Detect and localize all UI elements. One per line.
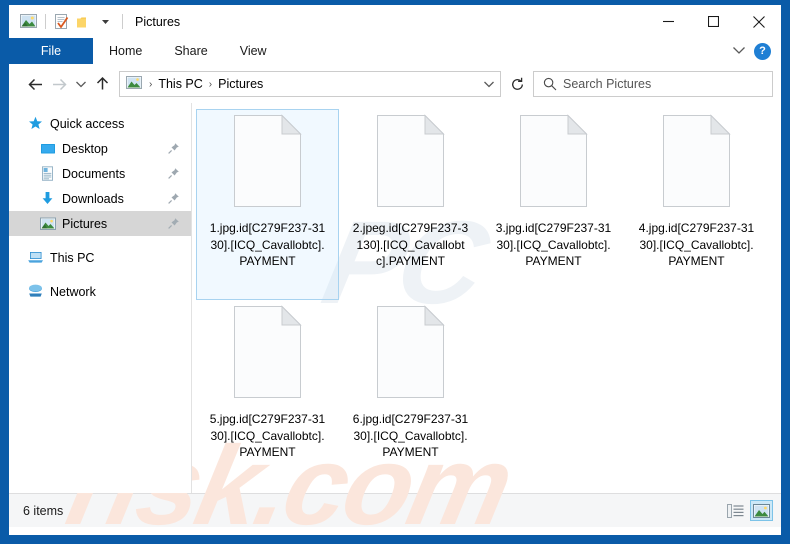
sidebar-label-quick-access: Quick access — [50, 117, 124, 131]
item-count-label: 6 items — [23, 504, 63, 518]
pictures-icon[interactable] — [18, 11, 39, 32]
explorer-window: Pictures File Home Share View — [0, 0, 790, 544]
refresh-button[interactable] — [505, 72, 529, 96]
breadcrumb-separator-1[interactable]: › — [145, 79, 156, 90]
help-icon[interactable]: ? — [754, 43, 771, 60]
sidebar-item-desktop[interactable]: Desktop — [9, 136, 191, 161]
desktop-icon — [39, 140, 56, 157]
address-dropdown-chevron-down-icon[interactable] — [478, 80, 500, 89]
pin-icon[interactable] — [167, 217, 181, 231]
status-bar: 6 items — [9, 493, 781, 527]
pictures-icon — [39, 215, 56, 232]
tab-view[interactable]: View — [224, 38, 283, 64]
toolbar-separator-2 — [122, 14, 123, 29]
address-bar-row: › This PC › Pictures Search Pictures — [9, 65, 781, 103]
window-client-area: Pictures File Home Share View — [9, 5, 781, 535]
sidebar-label-documents: Documents — [62, 167, 125, 181]
sidebar-label-this-pc: This PC — [50, 251, 94, 265]
tab-home[interactable]: Home — [93, 38, 158, 64]
file-name-label: 1.jpg.id[C279F237-3130].[ICQ_Cavallobtc]… — [209, 220, 327, 270]
close-button[interactable] — [736, 5, 781, 38]
sidebar-label-desktop: Desktop — [62, 142, 108, 156]
view-toggle-group — [724, 500, 773, 521]
file-item[interactable]: 4.jpg.id[C279F237-3130].[ICQ_Cavallobtc]… — [625, 109, 768, 300]
file-item[interactable]: 3.jpg.id[C279F237-3130].[ICQ_Cavallobtc]… — [482, 109, 625, 300]
sidebar-item-downloads[interactable]: Downloads — [9, 186, 191, 211]
tab-file[interactable]: File — [9, 38, 93, 64]
network-icon — [27, 283, 44, 300]
search-box[interactable]: Search Pictures — [533, 71, 773, 97]
documents-icon — [39, 165, 56, 182]
sidebar-item-this-pc[interactable]: This PC — [9, 245, 191, 270]
sidebar-gap-1 — [9, 236, 191, 245]
status-separator — [75, 502, 76, 519]
file-item[interactable]: 2.jpeg.id[C279F237-3130].[ICQ_Cavallobtc… — [339, 109, 482, 300]
quick-access-toolbar: Pictures — [9, 5, 180, 38]
file-name-label: 2.jpeg.id[C279F237-3130].[ICQ_Cavallobtc… — [352, 220, 470, 270]
generic-file-icon — [516, 114, 592, 210]
sidebar-item-network[interactable]: Network — [9, 279, 191, 304]
maximize-button[interactable] — [691, 5, 736, 38]
file-name-label: 5.jpg.id[C279F237-3130].[ICQ_Cavallobtc]… — [209, 411, 327, 461]
breadcrumb-pictures[interactable]: Pictures — [216, 77, 265, 91]
file-name-label: 6.jpg.id[C279F237-3130].[ICQ_Cavallobtc]… — [352, 411, 470, 461]
ribbon-right-controls: ? — [732, 38, 777, 64]
search-input[interactable]: Search Pictures — [563, 77, 651, 91]
star-icon — [27, 115, 44, 132]
breadcrumb-this-pc[interactable]: This PC — [156, 77, 204, 91]
pin-icon[interactable] — [167, 167, 181, 181]
sidebar-label-downloads: Downloads — [62, 192, 124, 206]
up-button[interactable] — [90, 72, 114, 96]
details-view-icon[interactable] — [724, 500, 747, 521]
large-icons-view-icon[interactable] — [750, 500, 773, 521]
navigation-pane: Quick access Desktop — [9, 103, 191, 493]
icon-grid: 1.jpg.id[C279F237-3130].[ICQ_Cavallobtc]… — [192, 103, 781, 491]
generic-file-icon — [230, 114, 306, 210]
sidebar-item-pictures[interactable]: Pictures — [9, 211, 191, 236]
file-list-view[interactable]: 1.jpg.id[C279F237-3130].[ICQ_Cavallobtc]… — [192, 103, 781, 493]
generic-file-icon — [373, 305, 449, 401]
file-item[interactable]: 1.jpg.id[C279F237-3130].[ICQ_Cavallobtc]… — [196, 109, 339, 300]
breadcrumb-separator-2[interactable]: › — [205, 79, 216, 90]
back-button[interactable] — [23, 72, 47, 96]
window-title: Pictures — [135, 15, 180, 29]
generic-file-icon — [659, 114, 735, 210]
title-bar: Pictures — [9, 5, 781, 38]
ribbon-tab-bar: File Home Share View ? — [9, 38, 781, 65]
forward-button[interactable] — [47, 72, 71, 96]
file-name-label: 4.jpg.id[C279F237-3130].[ICQ_Cavallobtc]… — [638, 220, 756, 270]
tab-share[interactable]: Share — [158, 38, 223, 64]
new-folder-icon[interactable] — [73, 11, 94, 32]
minimize-button[interactable] — [646, 5, 691, 38]
generic-file-icon — [230, 305, 306, 401]
properties-icon[interactable] — [51, 11, 72, 32]
address-breadcrumb-bar[interactable]: › This PC › Pictures — [119, 71, 501, 97]
downloads-icon — [39, 190, 56, 207]
recent-locations-chevron-down-icon[interactable] — [71, 72, 90, 96]
breadcrumb-pictures-icon — [126, 76, 142, 92]
sidebar-item-quick-access[interactable]: Quick access — [9, 111, 191, 136]
generic-file-icon — [373, 114, 449, 210]
pin-icon[interactable] — [167, 142, 181, 156]
sidebar-gap-2 — [9, 270, 191, 279]
toolbar-separator-1 — [45, 14, 46, 29]
search-icon — [543, 77, 557, 91]
this-pc-icon — [27, 249, 44, 266]
sidebar-label-network: Network — [50, 285, 96, 299]
pin-icon[interactable] — [167, 192, 181, 206]
window-controls — [646, 5, 781, 38]
main-area: PC risk.com Quick access De — [9, 103, 781, 493]
customize-dropdown-icon[interactable] — [95, 11, 116, 32]
file-item[interactable]: 5.jpg.id[C279F237-3130].[ICQ_Cavallobtc]… — [196, 300, 339, 491]
sidebar-label-pictures: Pictures — [62, 217, 107, 231]
sidebar-item-documents[interactable]: Documents — [9, 161, 191, 186]
file-item[interactable]: 6.jpg.id[C279F237-3130].[ICQ_Cavallobtc]… — [339, 300, 482, 491]
file-name-label: 3.jpg.id[C279F237-3130].[ICQ_Cavallobtc]… — [495, 220, 613, 270]
ribbon-collapse-chevron-down-icon[interactable] — [732, 44, 746, 58]
